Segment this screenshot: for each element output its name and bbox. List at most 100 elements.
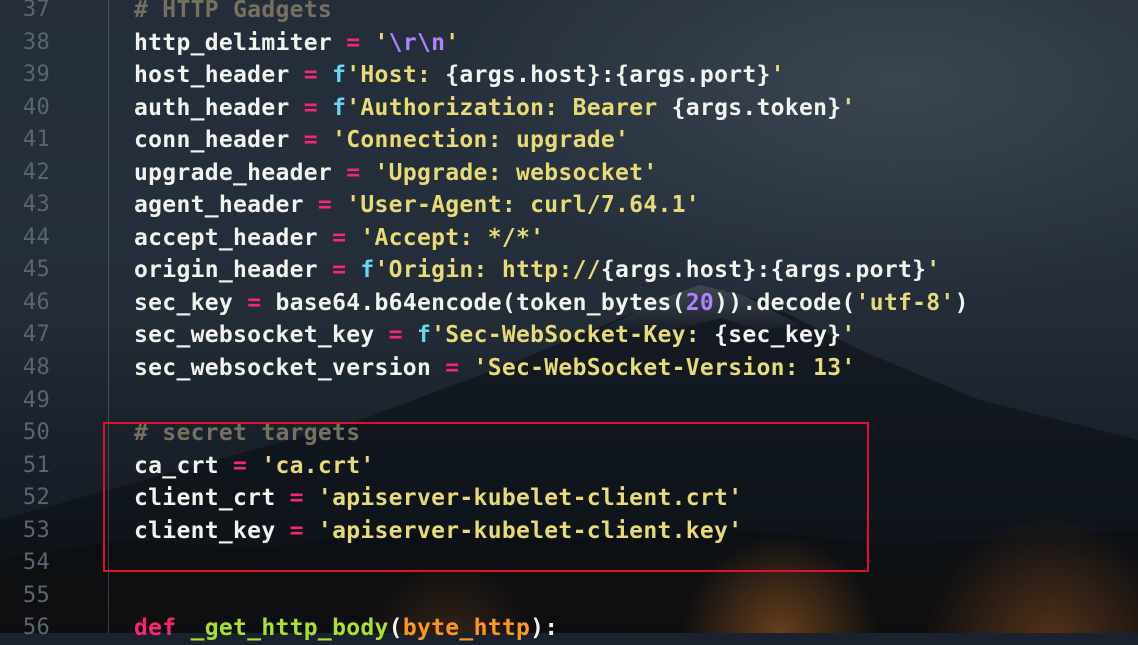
line-number: 56	[22, 615, 50, 641]
code-token: =	[303, 127, 318, 154]
code-token: =	[346, 29, 361, 56]
code-token: '	[445, 29, 460, 56]
code-token: host_header	[134, 62, 304, 89]
line-number: 42	[22, 159, 50, 185]
code-token: 'Accept: */*'	[346, 224, 545, 251]
code-token: (	[388, 615, 403, 642]
line-number: 53	[22, 517, 50, 543]
code-text: agent_header = 'User-Agent: curl/7.64.1'	[134, 189, 700, 222]
code-token: f	[332, 94, 347, 121]
code-line[interactable]: 56 def _get_http_body(byte_http):	[0, 612, 1138, 645]
code-text: # HTTP Gadgets	[134, 0, 332, 27]
code-token: def	[134, 615, 177, 642]
code-token: _get_http_body	[190, 615, 389, 642]
code-token: sec_key	[134, 289, 248, 316]
code-token: 'Origin: http://	[374, 257, 601, 284]
highlight-box	[103, 422, 869, 572]
code-line[interactable]: 47 sec_websocket_key = f'Sec-WebSocket-Ke…	[0, 319, 1138, 352]
code-token: =	[445, 355, 460, 382]
code-line[interactable]: 40 auth_header = f'Authorization: Bearer …	[0, 92, 1138, 125]
code-token: origin_header	[134, 257, 333, 284]
code-line[interactable]: 48 sec_websocket_version = 'Sec-WebSocket…	[0, 352, 1138, 385]
code-line[interactable]: 37 # HTTP Gadgets	[0, 0, 1138, 27]
code-token: {args.host}:{args.port}	[445, 62, 771, 89]
code-token: =	[247, 289, 262, 316]
code-text: upgrade_header = 'Upgrade: websocket'	[134, 157, 657, 190]
code-token: 'Upgrade: websocket'	[360, 159, 658, 186]
line-number: 47	[22, 322, 50, 348]
code-token: 'Host:	[346, 62, 446, 89]
code-line[interactable]: 46 sec_key = base64.b64encode(token_bytes…	[0, 287, 1138, 320]
code-token: # HTTP Gadgets	[134, 0, 333, 23]
code-text: sec_websocket_key = f'Sec-WebSocket-Key:…	[134, 319, 856, 352]
code-line[interactable]: 55	[0, 580, 1138, 613]
code-token: 'Connection: upgrade'	[317, 127, 630, 154]
line-number: 41	[22, 127, 50, 153]
code-token: {args.token}	[671, 94, 842, 121]
code-line[interactable]: 42 upgrade_header = 'Upgrade: websocket'	[0, 157, 1138, 190]
line-number: 37	[22, 0, 50, 22]
code-token: {args.host}:{args.port}	[600, 257, 927, 284]
line-number: 52	[22, 485, 50, 511]
code-token: f	[416, 322, 432, 349]
line-number: 46	[22, 289, 50, 315]
code-line[interactable]: 38 http_delimiter = '\r\n'	[0, 27, 1138, 60]
code-token: http_delimiter	[134, 29, 347, 56]
code-token: =	[332, 257, 347, 284]
line-number: 40	[22, 94, 50, 120]
line-number: 50	[22, 420, 50, 446]
code-text: origin_header = f'Origin: http://{args.h…	[134, 254, 940, 287]
code-line[interactable]: 41 conn_header = 'Connection: upgrade'	[0, 124, 1138, 157]
code-text: http_delimiter = '\r\n'	[134, 27, 459, 60]
code-text: accept_header = 'Accept: */*'	[134, 222, 544, 255]
line-number: 45	[22, 257, 50, 283]
code-text: sec_key = base64.b64encode(token_bytes(2…	[134, 287, 969, 320]
line-number: 39	[22, 62, 50, 88]
code-token: ):	[530, 615, 559, 642]
line-number: 51	[22, 452, 50, 478]
code-token: 'User-Agent: curl/7.64.1'	[332, 192, 700, 219]
code-token: {sec_key}	[714, 322, 842, 349]
code-token: )).decode(	[714, 289, 856, 316]
code-token: '	[926, 257, 941, 284]
code-token: conn_header	[134, 127, 304, 154]
code-line[interactable]: 45 origin_header = f'Origin: http://{args…	[0, 254, 1138, 287]
code-line[interactable]: 49	[0, 385, 1138, 418]
code-token: base64.b64encode(token_bytes(	[261, 289, 686, 316]
code-line[interactable]: 44 accept_header = 'Accept: */*'	[0, 222, 1138, 255]
code-token: f	[332, 62, 347, 89]
code-text: sec_websocket_version = 'Sec-WebSocket-V…	[134, 352, 856, 385]
code-token: upgrade_header	[134, 159, 347, 186]
code-editor[interactable]: 37 # HTTP Gadgets 38 http_delimiter = '\r\n…	[0, 0, 1138, 641]
code-token: f	[360, 257, 375, 284]
code-token: 'Authorization: Bearer	[346, 94, 672, 121]
line-number: 49	[22, 387, 50, 413]
code-token: accept_header	[134, 224, 333, 251]
code-token: =	[346, 159, 361, 186]
code-text: host_header = f'Host: {args.host}:{args.…	[134, 59, 785, 92]
code-token: )	[954, 289, 969, 316]
code-line[interactable]: 39 host_header = f'Host: {args.host}:{arg…	[0, 59, 1138, 92]
code-token: 'utf-8'	[855, 289, 955, 316]
code-token: byte_http	[402, 615, 531, 642]
code-text: conn_header = 'Connection: upgrade'	[134, 124, 629, 157]
line-number: 48	[22, 355, 50, 381]
code-text: auth_header = f'Authorization: Bearer {a…	[134, 92, 856, 125]
code-token: auth_header	[134, 94, 304, 121]
line-number: 43	[22, 192, 50, 218]
code-token: =	[388, 322, 403, 349]
code-line[interactable]: 43 agent_header = 'User-Agent: curl/7.64.…	[0, 189, 1138, 222]
line-number: 54	[22, 550, 50, 576]
code-token: '	[770, 62, 785, 89]
line-number: 55	[22, 582, 50, 608]
code-token: =	[332, 224, 347, 251]
code-token: '	[841, 94, 856, 121]
code-token: agent_header	[134, 192, 318, 219]
line-number: 38	[22, 29, 50, 55]
code-token: =	[317, 192, 333, 219]
